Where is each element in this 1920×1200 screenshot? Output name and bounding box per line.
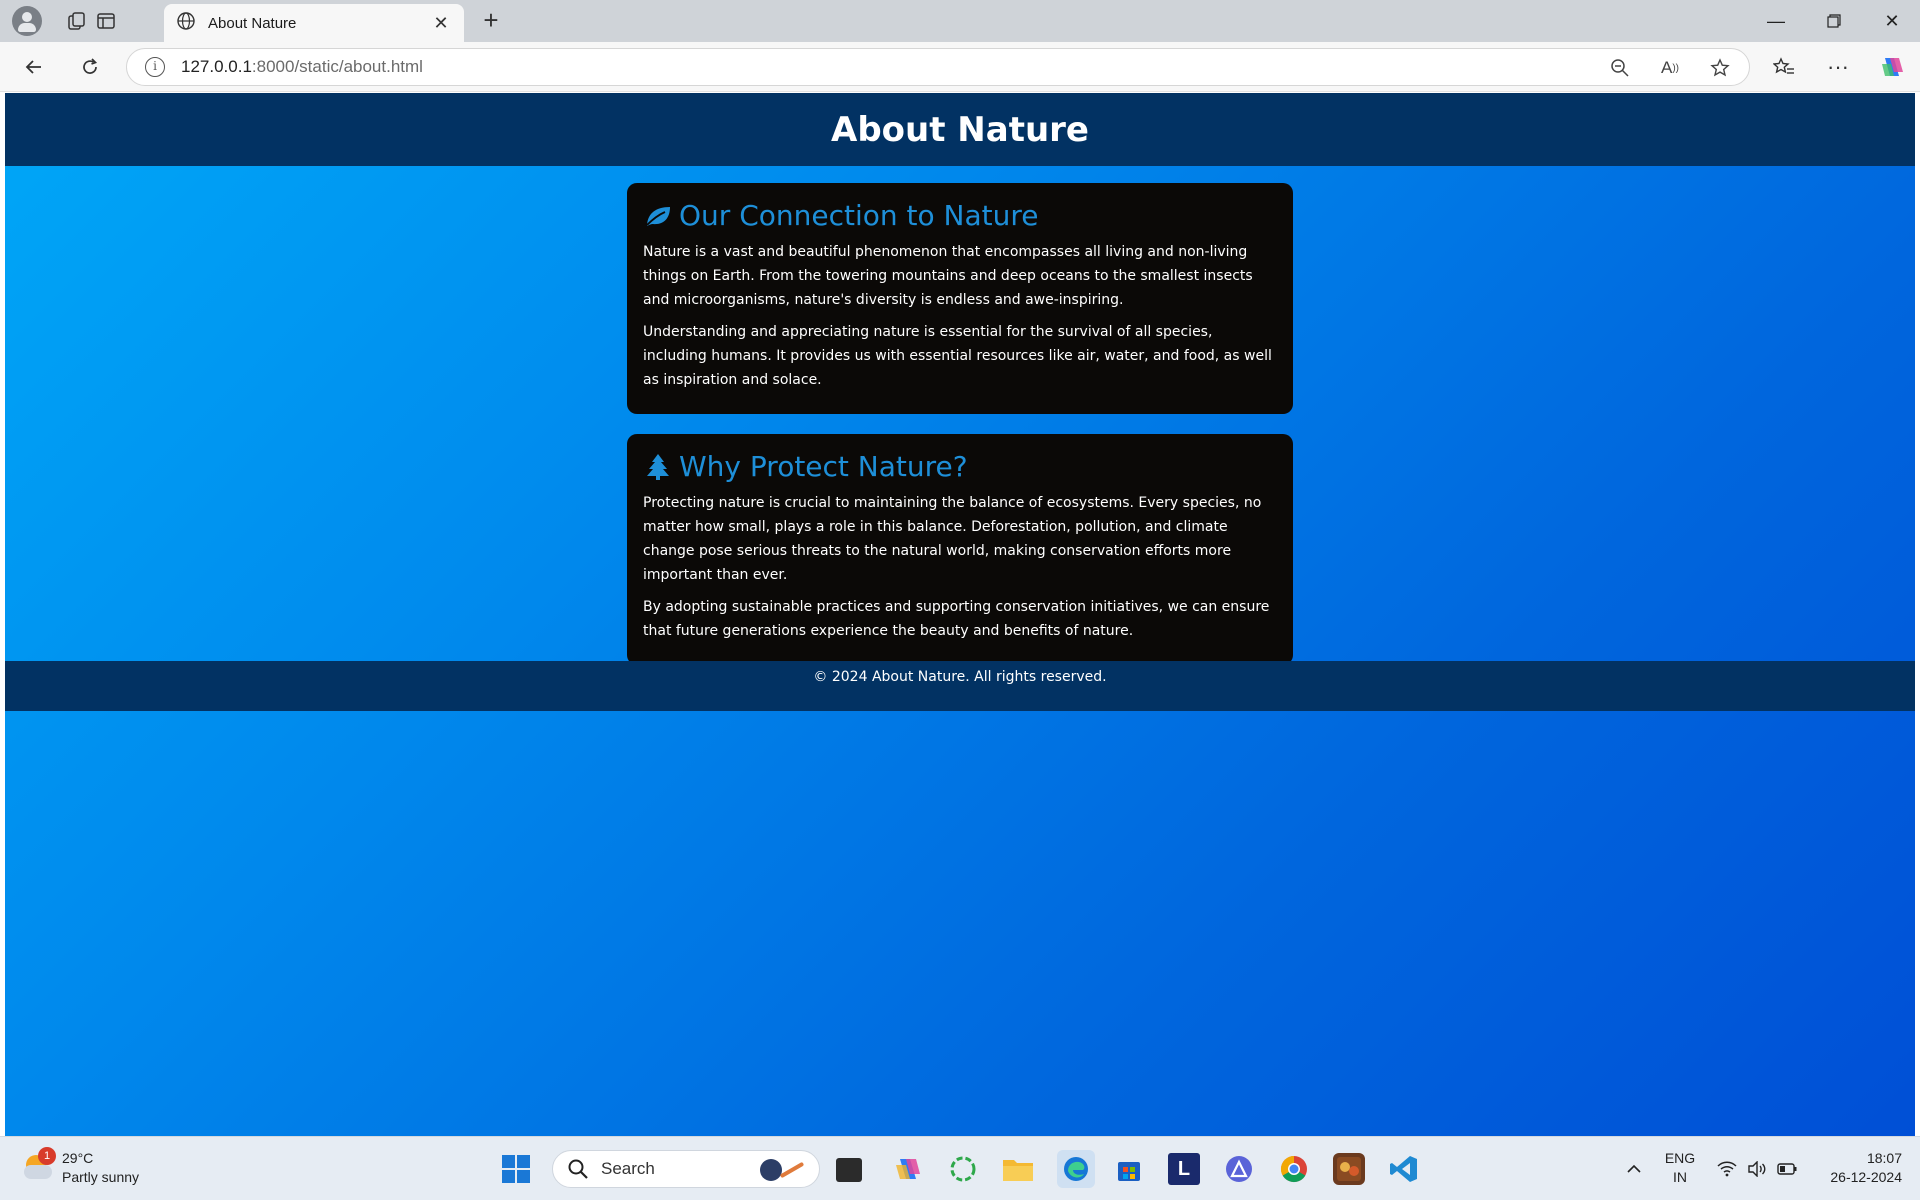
section-heading-text: Why Protect Nature?: [679, 450, 968, 483]
url-host: 127.0.0.1: [181, 57, 252, 76]
section-paragraph: By adopting sustainable practices and su…: [643, 599, 1270, 639]
site-footer: © 2024 About Nature. All rights reserved…: [5, 661, 1915, 711]
globe-icon: [176, 11, 196, 36]
l-app-icon[interactable]: L: [1168, 1153, 1200, 1185]
search-icon: [568, 1159, 588, 1179]
section-protect-card: Why Protect Nature? Protecting nature is…: [627, 434, 1293, 665]
tree-icon: [643, 452, 673, 482]
close-tab-icon[interactable]: ✕: [430, 13, 452, 34]
url-path: :8000/static/about.html: [251, 57, 423, 76]
close-window-icon[interactable]: ✕: [1864, 0, 1920, 42]
wifi-icon[interactable]: [1714, 1137, 1740, 1200]
file-explorer-icon[interactable]: [836, 1158, 862, 1182]
weather-description: Partly sunny: [62, 1169, 140, 1185]
battery-icon[interactable]: [1774, 1137, 1800, 1200]
copilot-icon[interactable]: [1876, 51, 1908, 83]
site-info-icon[interactable]: i: [145, 57, 165, 77]
copilot-app-icon[interactable]: [892, 1153, 924, 1185]
read-aloud-icon[interactable]: A)): [1657, 55, 1683, 81]
chrome-icon[interactable]: [1278, 1153, 1310, 1185]
section-heading: Why Protect Nature?: [643, 450, 1277, 483]
tab-title: About Nature: [208, 14, 297, 32]
start-windows-icon[interactable]: [502, 1155, 530, 1183]
section-heading-text: Our Connection to Nature: [679, 199, 1039, 232]
footer-copyright: © 2024 About Nature. All rights reserved…: [813, 669, 1107, 685]
weather-widget[interactable]: 1 29°C Partly sunny: [22, 1147, 140, 1187]
leaf-icon: [643, 201, 673, 231]
browser-tab-bar: About Nature ✕ + — ✕: [0, 0, 1920, 42]
profile-icon[interactable]: [12, 6, 42, 36]
clock-time: 18:07: [1866, 1150, 1902, 1166]
search-label: Search: [601, 1159, 655, 1178]
edge-icon[interactable]: [1057, 1150, 1095, 1188]
system-clock[interactable]: 18:07 26-12-2024: [1806, 1149, 1902, 1187]
minimize-icon[interactable]: —: [1748, 0, 1804, 42]
vscode-icon[interactable]: [1388, 1153, 1420, 1185]
address-toolbar: i 127.0.0.1:8000/static/about.html A)) ·…: [0, 42, 1920, 92]
page-viewport: About Nature Our Connection to Nature Na…: [5, 93, 1915, 1136]
section-paragraph: Understanding and appreciating nature is…: [643, 324, 1272, 388]
page-title: About Nature: [831, 109, 1089, 150]
more-menu-icon[interactable]: ···: [1822, 51, 1854, 83]
section-paragraph: Nature is a vast and beautiful phenomeno…: [643, 244, 1253, 308]
weather-temperature: 29°C: [62, 1150, 94, 1166]
game-app-icon[interactable]: [1333, 1153, 1365, 1185]
language-indicator[interactable]: ENG IN: [1660, 1149, 1700, 1187]
show-hidden-icons-chevron-icon[interactable]: [1620, 1137, 1648, 1200]
language-code: ENG: [1664, 1150, 1696, 1166]
tab-about-nature[interactable]: About Nature ✕: [164, 4, 464, 42]
triangle-app-icon[interactable]: [1223, 1153, 1255, 1185]
refresh-icon[interactable]: [74, 51, 106, 83]
workspaces-icon[interactable]: [62, 6, 92, 36]
weather-badge: 1: [38, 1147, 56, 1165]
zoom-out-icon[interactable]: [1607, 55, 1633, 81]
favorites-icon[interactable]: [1768, 51, 1800, 83]
volume-icon[interactable]: [1744, 1137, 1770, 1200]
site-header: About Nature: [5, 93, 1915, 166]
section-heading: Our Connection to Nature: [643, 199, 1277, 232]
favorite-star-icon[interactable]: [1707, 55, 1733, 81]
section-paragraph: Protecting nature is crucial to maintain…: [643, 495, 1262, 583]
section-connection-card: Our Connection to Nature Nature is a vas…: [627, 183, 1293, 414]
vertical-tabs-icon[interactable]: [91, 6, 121, 36]
clock-date: 26-12-2024: [1830, 1169, 1902, 1185]
refresh-app-icon[interactable]: [947, 1153, 979, 1185]
region-code: IN: [1673, 1169, 1687, 1185]
folder-icon[interactable]: [1002, 1153, 1034, 1185]
url-text[interactable]: 127.0.0.1:8000/static/about.html: [181, 57, 423, 77]
back-icon[interactable]: [18, 51, 50, 83]
restore-icon[interactable]: [1806, 0, 1862, 42]
partly-sunny-icon: 1: [22, 1147, 56, 1183]
taskbar-search[interactable]: Search: [552, 1150, 820, 1188]
search-highlight-icon: [760, 1159, 804, 1181]
url-bar[interactable]: i 127.0.0.1:8000/static/about.html A)): [126, 48, 1750, 86]
store-icon[interactable]: [1113, 1153, 1145, 1185]
new-tab-button[interactable]: +: [474, 6, 508, 36]
windows-taskbar: 1 29°C Partly sunny Search L ENG IN 18:0…: [0, 1136, 1920, 1200]
